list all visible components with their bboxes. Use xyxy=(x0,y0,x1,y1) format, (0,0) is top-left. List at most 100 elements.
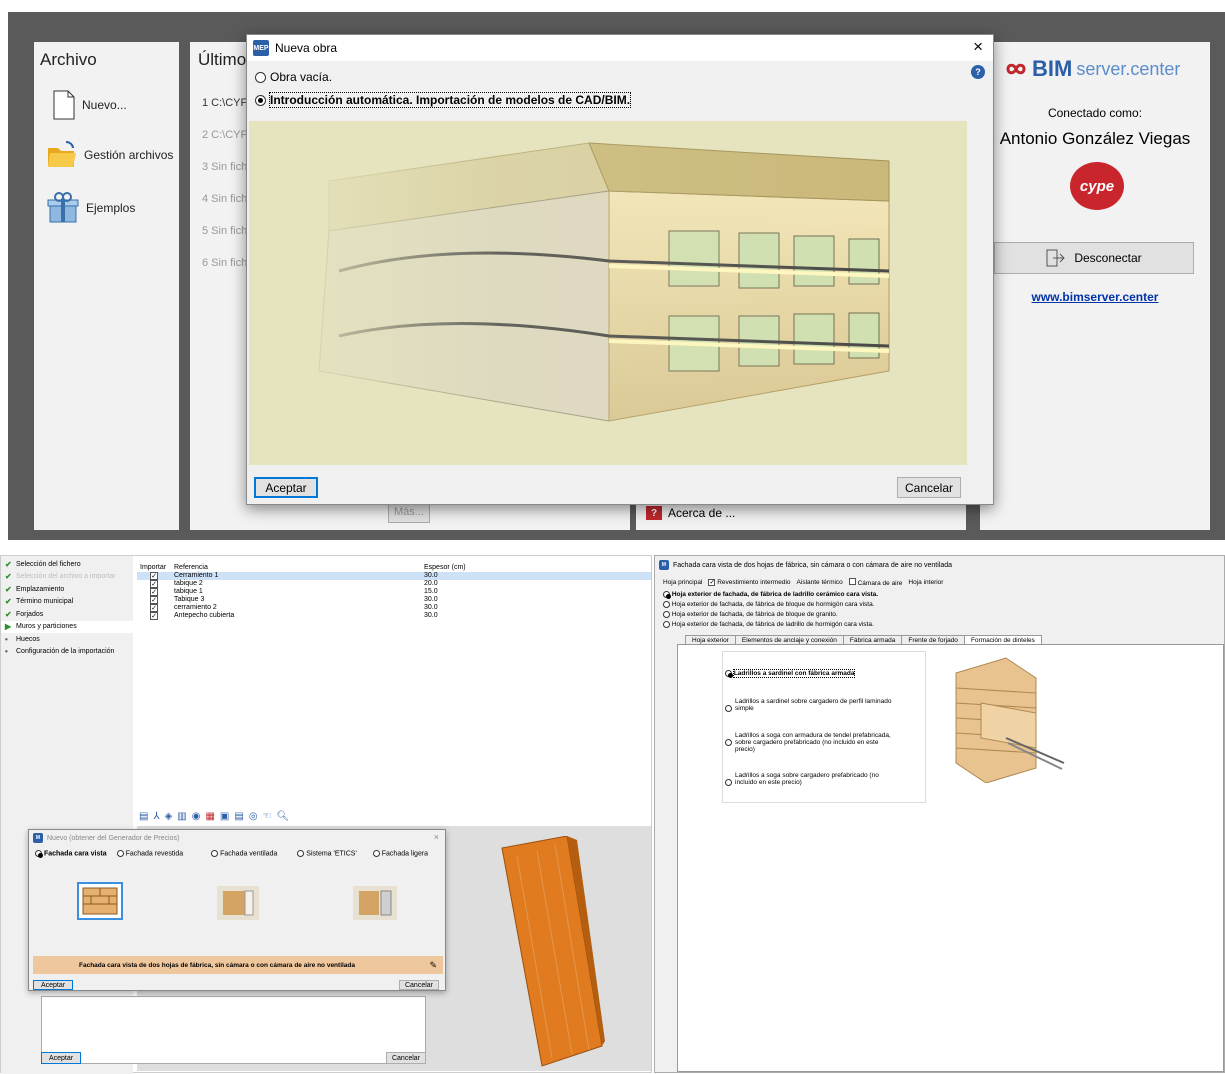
step-import-config[interactable]: • Configuración de la importación xyxy=(1,646,133,659)
cype-logo: cype xyxy=(1070,162,1124,210)
dialog-accept-button[interactable]: Aceptar xyxy=(254,477,318,498)
lintel-option-3[interactable]: Ladrillos a soga con armadura de tendel … xyxy=(725,732,895,753)
step-walls[interactable]: ▶ Muros y particiones xyxy=(1,620,133,633)
import-checkbox[interactable]: ✓ xyxy=(150,579,158,588)
check-icon: ✔ xyxy=(5,559,12,569)
file-management-label: Gestión archivos xyxy=(84,148,174,162)
option-etics[interactable]: Sistema 'ETICS' xyxy=(297,850,357,857)
row-thickness[interactable]: 30.0 xyxy=(421,612,651,620)
step-location[interactable]: ✔ Emplazamiento xyxy=(1,583,133,596)
table-header-row: Importar Referencia Espesor (cm) xyxy=(137,564,651,572)
import-checkbox[interactable]: ✓ xyxy=(150,595,158,604)
generator-accept-button[interactable]: Aceptar xyxy=(33,980,73,990)
recent-item-2[interactable]: 2 C:\CYF xyxy=(202,129,247,141)
recent-item-4[interactable]: 4 Sin fich xyxy=(202,193,247,205)
building-preview-image xyxy=(249,121,967,465)
radio-empty-project[interactable] xyxy=(255,71,266,83)
option-face-brick[interactable]: Fachada cara vista xyxy=(35,850,107,858)
step-file-selection[interactable]: ✔ Selección del fichero xyxy=(1,558,133,571)
option-concrete-brick[interactable]: Hoja exterior de fachada, de fábrica de … xyxy=(663,620,878,630)
building-illustration xyxy=(249,121,967,465)
tab-thermal-insulation[interactable]: Aislante térmico xyxy=(797,579,843,586)
edit-icon[interactable]: ✎ xyxy=(429,960,437,971)
row-thickness[interactable]: 30.0 xyxy=(421,596,651,604)
import-checkbox[interactable]: ✓ xyxy=(150,603,158,612)
import-checkbox[interactable]: ✓ xyxy=(150,611,158,620)
generator-cancel-button[interactable]: Cancelar xyxy=(399,980,439,990)
tab-main-leaf[interactable]: Hoja principal xyxy=(663,579,702,586)
table-row[interactable]: ✓ Cerramiento 1 30.0 xyxy=(137,571,651,580)
app-icon: MEP xyxy=(253,40,269,56)
step-slabs[interactable]: ✔ Forjados xyxy=(1,608,133,621)
connected-label: Conectado como: xyxy=(1047,106,1143,120)
eye-icon[interactable]: ◉ xyxy=(192,811,201,822)
recent-item-5[interactable]: 5 Sin fich xyxy=(202,225,247,237)
check-icon: ✔ xyxy=(5,572,12,582)
row-thickness[interactable]: 30.0 xyxy=(421,572,651,580)
dialog-close-button[interactable]: × xyxy=(973,37,983,57)
row-thickness[interactable]: 15.0 xyxy=(421,588,651,596)
facade-type-thumb-2[interactable] xyxy=(217,886,259,920)
option-concrete-block[interactable]: Hoja exterior de fachada, de fábrica de … xyxy=(663,600,878,610)
row-thickness[interactable]: 30.0 xyxy=(421,604,651,612)
new-file-button[interactable]: Nuevo... xyxy=(52,90,127,120)
axes-icon[interactable]: ⅄ xyxy=(153,811,159,822)
new-project-dialog: MEP Nueva obra × ? Obra vacía. Introducc… xyxy=(246,34,994,505)
table-row[interactable]: ✓ Antepecho cubierta 30.0 xyxy=(137,611,651,620)
facade-title: Fachada cara vista de dos hojas de fábri… xyxy=(673,561,952,569)
tab-air-cavity[interactable]: Cámara de aire xyxy=(848,578,902,587)
facade-type-thumb-3[interactable] xyxy=(353,886,397,920)
option-ceramic-brick[interactable]: Hoja exterior de fachada, de fábrica de … xyxy=(663,590,878,600)
step-municipality[interactable]: ✔ Término municipal xyxy=(1,596,133,609)
option-ventilated[interactable]: Fachada ventilada xyxy=(211,850,277,857)
table-row[interactable]: ✓ tabique 1 15.0 xyxy=(137,587,651,596)
cube-icon[interactable]: ◈ xyxy=(165,811,173,822)
facade-type-thumb-1[interactable] xyxy=(77,882,123,920)
about-button[interactable]: ? Acerca de ... xyxy=(646,506,735,520)
file-management-button[interactable]: Gestión archivos xyxy=(46,140,173,170)
lintel-option-2[interactable]: Ladrillos a sardinel sobre cargadero de … xyxy=(725,698,895,712)
table-row[interactable]: ✓ cerramiento 2 30.0 xyxy=(137,603,651,612)
table-row[interactable]: ✓ Tabique 3 30.0 xyxy=(137,595,651,604)
visibility-icon[interactable]: ◎ xyxy=(249,811,258,822)
generator-close-button[interactable]: × xyxy=(434,832,439,842)
tab-inner-leaf[interactable]: Hoja interior xyxy=(908,579,943,586)
row-thickness[interactable]: 20.0 xyxy=(421,580,651,588)
hand-icon[interactable]: ☜ xyxy=(263,811,272,822)
wizard-cancel-button[interactable]: Cancelar xyxy=(386,1052,426,1064)
recent-item-3[interactable]: 3 Sin fich xyxy=(202,161,247,173)
row-reference: Cerramiento 1 xyxy=(174,572,219,580)
lintel-option-1[interactable]: Ladrillos a sardinel con fábrica armada xyxy=(725,669,856,679)
option-auto-import[interactable]: Introducción automática. Importación de … xyxy=(255,92,632,108)
lintel-option-4[interactable]: Ladrillos a soga sobre cargadero prefabr… xyxy=(725,772,895,786)
wizard-accept-button[interactable]: Aceptar xyxy=(41,1052,81,1064)
panel-icon[interactable]: ▣ xyxy=(220,811,229,822)
step-openings[interactable]: • Huecos xyxy=(1,633,133,646)
table-row[interactable]: ✓ tabique 2 20.0 xyxy=(137,579,651,588)
help-icon: ? xyxy=(646,506,662,520)
option-empty-project[interactable]: Obra vacía. xyxy=(255,70,332,84)
dialog-help-icon[interactable]: ? xyxy=(971,65,985,79)
facade-description-text: Fachada cara vista de dos hojas de fábri… xyxy=(79,961,356,969)
option-rendered[interactable]: Fachada revestida xyxy=(116,850,183,857)
dialog-cancel-button[interactable]: Cancelar xyxy=(897,477,961,498)
grid-icon[interactable]: ▦ xyxy=(205,811,214,822)
import-checkbox[interactable]: ✓ xyxy=(150,571,158,580)
search-icon[interactable]: 🔍︎ xyxy=(277,811,290,822)
filter-icon[interactable]: ▤ xyxy=(234,811,243,822)
option-light-facade[interactable]: Fachada ligera xyxy=(372,850,428,857)
import-checkbox[interactable]: ✓ xyxy=(150,587,158,596)
recent-item-6[interactable]: 6 Sin fich xyxy=(202,257,247,269)
check-icon: ✔ xyxy=(5,584,12,594)
bimserver-link[interactable]: www.bimserver.center xyxy=(980,290,1210,304)
walls-icon[interactable]: ▥ xyxy=(177,811,186,822)
radio-auto-import[interactable] xyxy=(255,94,266,106)
examples-button[interactable]: Ejemplos xyxy=(46,192,135,224)
layers-icon[interactable]: ▤ xyxy=(139,811,148,822)
disconnect-button[interactable]: Desconectar xyxy=(994,242,1194,274)
option-auto-import-label: Introducción automática. Importación de … xyxy=(268,92,632,108)
option-granite-block[interactable]: Hoja exterior de fachada, de fábrica de … xyxy=(663,610,878,620)
tab-intermediate-render[interactable]: ✓ Revestimiento intermedio xyxy=(708,579,791,586)
wall-3d-model xyxy=(501,836,605,1067)
recent-item-1[interactable]: 1 C:\CYF xyxy=(202,97,247,109)
